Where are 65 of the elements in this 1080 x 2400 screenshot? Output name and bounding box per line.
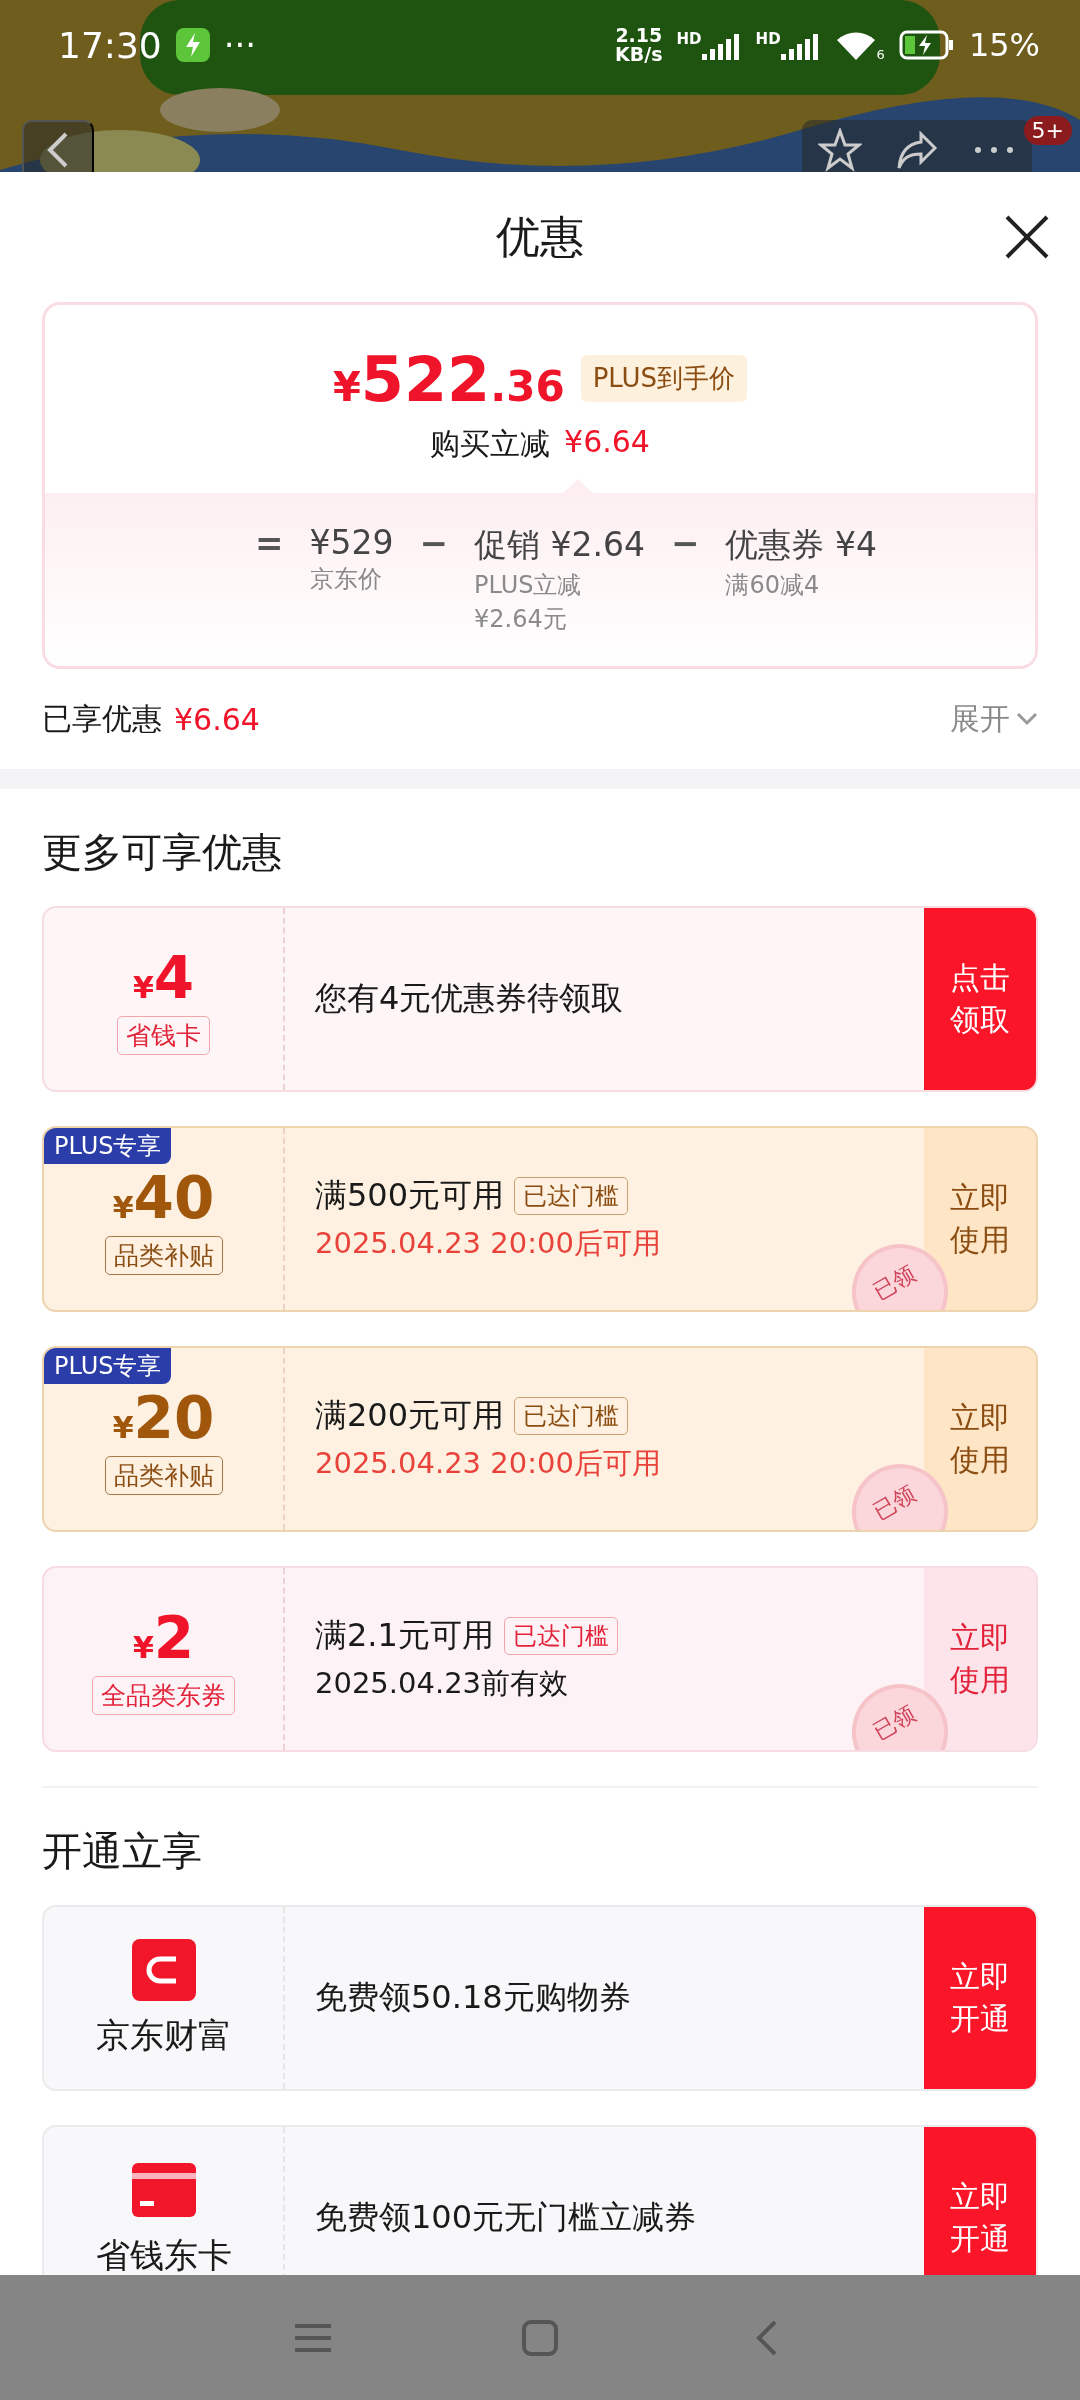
breakdown-note: ¥2.64元 <box>474 604 568 635</box>
price-tag: PLUS到手价 <box>580 355 748 402</box>
operator: = <box>255 523 284 565</box>
coupon-condition: 满500元可用 <box>315 1175 505 1216</box>
breakdown-note: PLUS立减 <box>474 570 583 601</box>
coupon-action-button[interactable]: 立即 使用 <box>924 1348 1036 1530</box>
coupon-amount: ¥40 <box>112 1163 215 1232</box>
wallet-icon <box>129 1937 198 2003</box>
coupon-action-button[interactable]: 立即 使用 <box>924 1568 1036 1750</box>
coupon-type: 品类补贴 <box>104 1235 223 1275</box>
wifi-label: 6 <box>876 47 885 62</box>
service-description: 免费领100元无门槛立减券 <box>314 2197 698 2238</box>
activate-button[interactable]: 立即 开通 <box>924 1907 1036 2089</box>
saving-amount: ¥6.64 <box>564 424 650 461</box>
coupon-condition: 满200元可用 <box>315 1395 505 1436</box>
service-name: 省钱东卡 <box>95 2234 232 2275</box>
back-button[interactable] <box>22 120 94 172</box>
coupon-validity: 2025.04.23前有效 <box>315 1665 570 1702</box>
coupon-type: 全品类东券 <box>92 1675 235 1715</box>
chevron-down-icon <box>1016 712 1038 726</box>
coupon-condition: 满2.1元可用 <box>315 1615 494 1656</box>
coupon-amount: ¥2 <box>132 1603 195 1672</box>
breakdown-value: 促销 ¥2.64 <box>474 524 645 566</box>
coupon-condition: 您有4元优惠券待领取 <box>315 978 624 1019</box>
coupon-action-button[interactable]: 立即 使用 <box>924 1128 1036 1310</box>
threshold-tag: 已达门槛 <box>514 1177 629 1215</box>
breakdown-note: 京东价 <box>309 564 383 595</box>
breakdown-note: 满60减4 <box>725 570 821 601</box>
charging-icon <box>175 28 210 62</box>
hd-label: HD <box>676 30 702 48</box>
section-title: 开通立享 <box>41 1827 203 1876</box>
hd-label: HD <box>755 30 781 48</box>
star-icon[interactable] <box>818 128 863 172</box>
breakdown-value: 优惠券 ¥4 <box>725 524 877 566</box>
activate-button[interactable]: 立即 开通 <box>924 2127 1036 2275</box>
sheet-title: 优惠 <box>496 209 584 264</box>
operator: − <box>419 523 448 565</box>
threshold-tag: 已达门槛 <box>514 1397 629 1435</box>
coupon-validity: 2025.04.23 20:00后可用 <box>315 1445 662 1482</box>
breakdown-value: ¥529 <box>309 523 394 562</box>
close-icon[interactable] <box>1004 214 1050 260</box>
service-description: 免费领50.18元购物券 <box>314 1977 632 2018</box>
coupon-amount: ¥20 <box>112 1383 215 1452</box>
coupon-amount: ¥4 <box>132 943 195 1012</box>
coupon-type: 省钱卡 <box>117 1015 210 1055</box>
operator: − <box>670 523 700 565</box>
back-icon <box>46 130 70 170</box>
battery-level: 15% <box>968 26 1040 64</box>
plus-tag: PLUS专享 <box>44 1128 172 1164</box>
saving-label: 购买立减 <box>430 425 551 463</box>
coupon-action-button[interactable]: 点击 领取 <box>924 908 1036 1090</box>
enjoyed-amount: ¥6.64 <box>174 701 260 737</box>
section-title: 更多可享优惠 <box>41 828 283 877</box>
coupon-validity: 2025.04.23 20:00后可用 <box>315 1225 662 1262</box>
network-speed: 2.15 KB/s <box>615 26 663 64</box>
threshold-tag: 已达门槛 <box>503 1617 618 1655</box>
expand-link[interactable]: 展开 <box>950 698 1038 740</box>
battery-icon <box>898 30 955 60</box>
plus-tag: PLUS专享 <box>44 1348 172 1384</box>
coupon-type: 品类补贴 <box>104 1455 223 1495</box>
clock: 17:30 <box>58 24 162 66</box>
service-name: 京东财富 <box>95 2014 232 2057</box>
final-price: ¥522.36 <box>332 343 565 416</box>
more-notifications: ··· <box>223 25 257 65</box>
enjoyed-label: 已享优惠 <box>42 699 162 738</box>
